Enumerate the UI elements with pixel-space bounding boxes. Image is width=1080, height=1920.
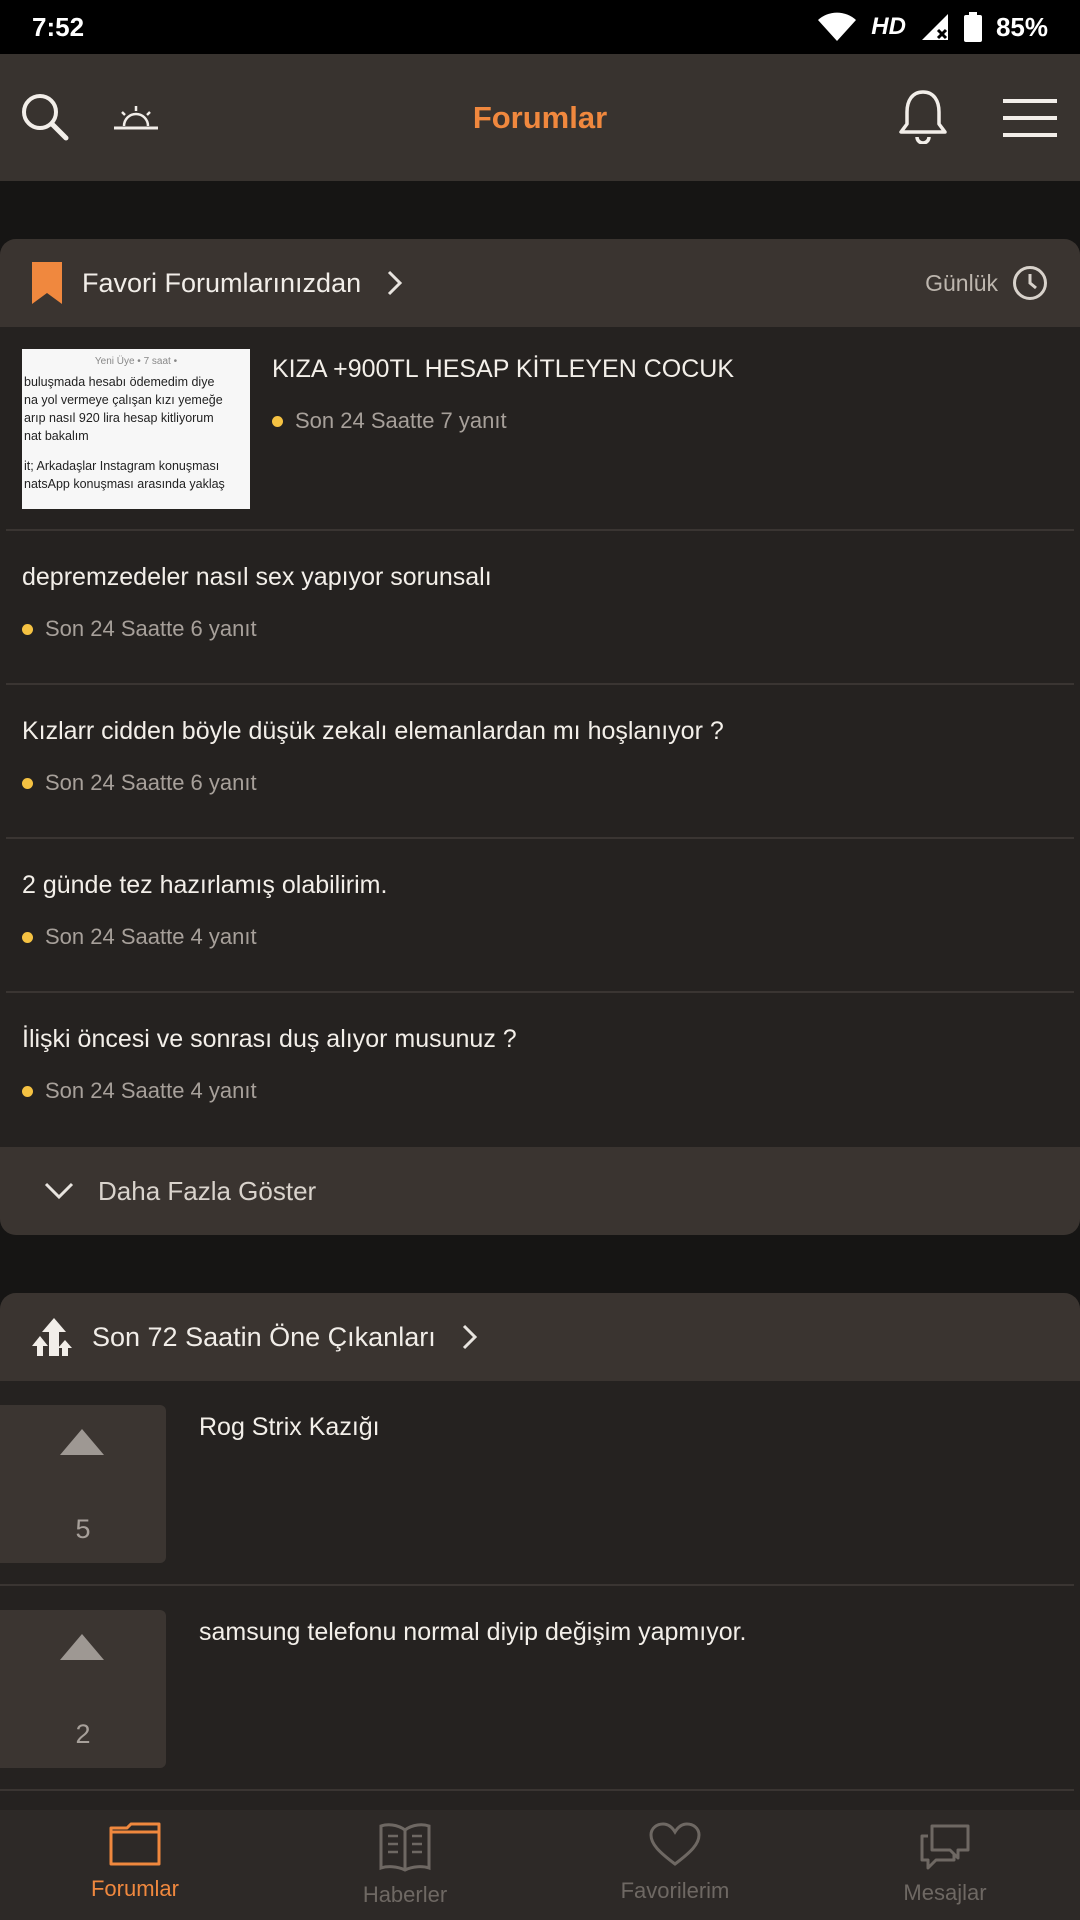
search-button[interactable] (20, 92, 70, 142)
highlight-title: samsung telefonu normal diyip değişim ya… (199, 1618, 747, 1646)
thumbnail-line: na yol vermeye çalışan kızı yemeğe (24, 393, 223, 407)
highlights-header[interactable]: Son 72 Saatin Öne Çıkanları (0, 1293, 1080, 1381)
battery-level: 85% (995, 11, 1048, 42)
thumbnail-header: Yeni Üye • 7 saat • (94, 356, 178, 367)
highlight-title: Rog Strix Kazığı (199, 1413, 380, 1441)
heart-icon (649, 1822, 701, 1866)
thumbnail-line: it; Arkadaşlar Instagram konuşması (24, 459, 220, 473)
network-type: HD (871, 13, 906, 40)
vote-count: 2 (75, 1719, 91, 1749)
nav-forumlar[interactable]: Forumlar (0, 1810, 270, 1920)
highlights-card: Son 72 Saatin Öne Çıkanları 5 Rog Strix … (0, 1293, 1080, 1813)
topic-meta: Son 24 Saatte 6 yanıt (22, 616, 1058, 642)
nav-label: Haberler (362, 1882, 448, 1907)
bookmark-icon (32, 262, 62, 304)
thumbnail-line: natsApp konuşması arasında yaklaş (24, 477, 225, 491)
signal-icon (920, 12, 950, 42)
show-more-button[interactable]: Daha Fazla Göster (0, 1147, 1080, 1235)
show-more-label: Daha Fazla Göster (98, 1175, 317, 1206)
notifications-button[interactable] (896, 88, 950, 144)
status-time: 7:52 (32, 11, 85, 42)
highlight-item[interactable]: 5 Rog Strix Kazığı (0, 1381, 1074, 1586)
activity-dot-icon (22, 623, 33, 635)
vote-box[interactable]: 5 (0, 1405, 166, 1563)
thumbnail-line: nat bakalım (24, 429, 89, 443)
thumbnail-line: arıp nasıl 920 lira hesap kitliyorum (24, 411, 214, 425)
topic-item[interactable]: Yeni Üye • 7 saat • buluşmada hesabı öde… (6, 327, 1074, 531)
topic-item[interactable]: 2 günde tez hazırlamış olabilirim. Son 2… (6, 839, 1074, 993)
topic-item[interactable]: Kızlarr cidden böyle düşük zekalı eleman… (6, 685, 1074, 839)
thumbnail-spacer (24, 445, 248, 457)
nav-favorilerim[interactable]: Favorilerim (540, 1810, 810, 1920)
topic-item[interactable]: İlişki öncesi ve sonrası duş alıyor musu… (6, 993, 1074, 1147)
favorites-title: Favori Forumlarınızdan (82, 267, 362, 298)
nav-label: Forumlar (90, 1876, 179, 1901)
topic-item[interactable]: depremzedeler nasıl sex yapıyor sorunsal… (6, 531, 1074, 685)
period-selector[interactable]: Günlük (925, 265, 1048, 301)
trending-up-icon (32, 1318, 72, 1356)
topic-title: 2 günde tez hazırlamış olabilirim. (22, 871, 388, 899)
topic-meta: Son 24 Saatte 4 yanıt (22, 924, 1058, 950)
favorites-header[interactable]: Favori Forumlarınızdan Günlük (0, 239, 1080, 327)
thumbnail-line: buluşmada hesabı ödemedim diye (24, 375, 215, 389)
newspaper-icon (379, 1823, 431, 1872)
hamburger-menu-icon (1003, 99, 1057, 137)
topic-meta-text: Son 24 Saatte 4 yanıt (45, 924, 257, 949)
folder-icon (109, 1822, 161, 1866)
bell-icon (899, 90, 947, 144)
app-bar: Forumlar (0, 54, 1080, 181)
topic-thumbnail: Yeni Üye • 7 saat • buluşmada hesabı öde… (22, 349, 250, 509)
nav-label: Favorilerim (620, 1878, 730, 1903)
chevron-down-icon (44, 1182, 74, 1200)
highlight-item[interactable]: 2 samsung telefonu normal diyip değişim … (0, 1586, 1074, 1791)
battery-icon (963, 12, 982, 42)
nav-haberler[interactable]: Haberler (270, 1810, 540, 1920)
bottom-navigation: Forumlar Haberler Favorilerim Mesajlar (0, 1810, 1080, 1920)
topic-meta: Son 24 Saatte 4 yanıt (22, 1078, 1058, 1104)
period-label: Günlük (925, 269, 998, 296)
theme-toggle-button[interactable] (112, 104, 160, 134)
nav-label: Mesajlar (903, 1880, 987, 1905)
topic-title: KIZA +900TL HESAP KİTLEYEN COCUK (272, 355, 734, 383)
activity-dot-icon (22, 931, 33, 943)
upvote-arrow-icon (60, 1634, 104, 1660)
topic-title: depremzedeler nasıl sex yapıyor sorunsal… (22, 563, 492, 591)
highlights-title: Son 72 Saatin Öne Çıkanları (92, 1321, 436, 1352)
activity-dot-icon (22, 777, 33, 789)
menu-button[interactable] (1003, 98, 1057, 138)
status-bar: 7:52 HD 85% (0, 0, 1080, 54)
sunrise-icon (114, 106, 158, 130)
activity-dot-icon (22, 1085, 33, 1097)
topic-meta-text: Son 24 Saatte 7 yanıt (295, 408, 507, 433)
topic-meta: Son 24 Saatte 7 yanıt (272, 408, 734, 434)
chevron-right-icon (388, 270, 403, 296)
topic-meta-text: Son 24 Saatte 6 yanıt (45, 770, 257, 795)
chevron-right-icon (462, 1324, 477, 1350)
clock-icon (1013, 266, 1047, 300)
chat-icon (920, 1824, 970, 1870)
search-icon (22, 94, 69, 141)
vote-count: 5 (75, 1514, 91, 1544)
topic-meta-text: Son 24 Saatte 4 yanıt (45, 1078, 257, 1103)
favorites-card: Favori Forumlarınızdan Günlük Yeni Üye •… (0, 239, 1080, 1235)
topic-body: KIZA +900TL HESAP KİTLEYEN COCUK Son 24 … (272, 349, 734, 507)
topic-meta-text: Son 24 Saatte 6 yanıt (45, 616, 257, 641)
status-icons: HD 85% (817, 12, 1048, 43)
vote-box[interactable]: 2 (0, 1610, 166, 1768)
topic-meta: Son 24 Saatte 6 yanıt (22, 770, 1058, 796)
topic-title: Kızlarr cidden böyle düşük zekalı eleman… (22, 717, 724, 745)
wifi-icon (817, 12, 857, 42)
nav-mesajlar[interactable]: Mesajlar (810, 1810, 1080, 1920)
upvote-arrow-icon (60, 1429, 104, 1455)
activity-dot-icon (272, 415, 283, 427)
topic-title: İlişki öncesi ve sonrası duş alıyor musu… (22, 1025, 517, 1053)
